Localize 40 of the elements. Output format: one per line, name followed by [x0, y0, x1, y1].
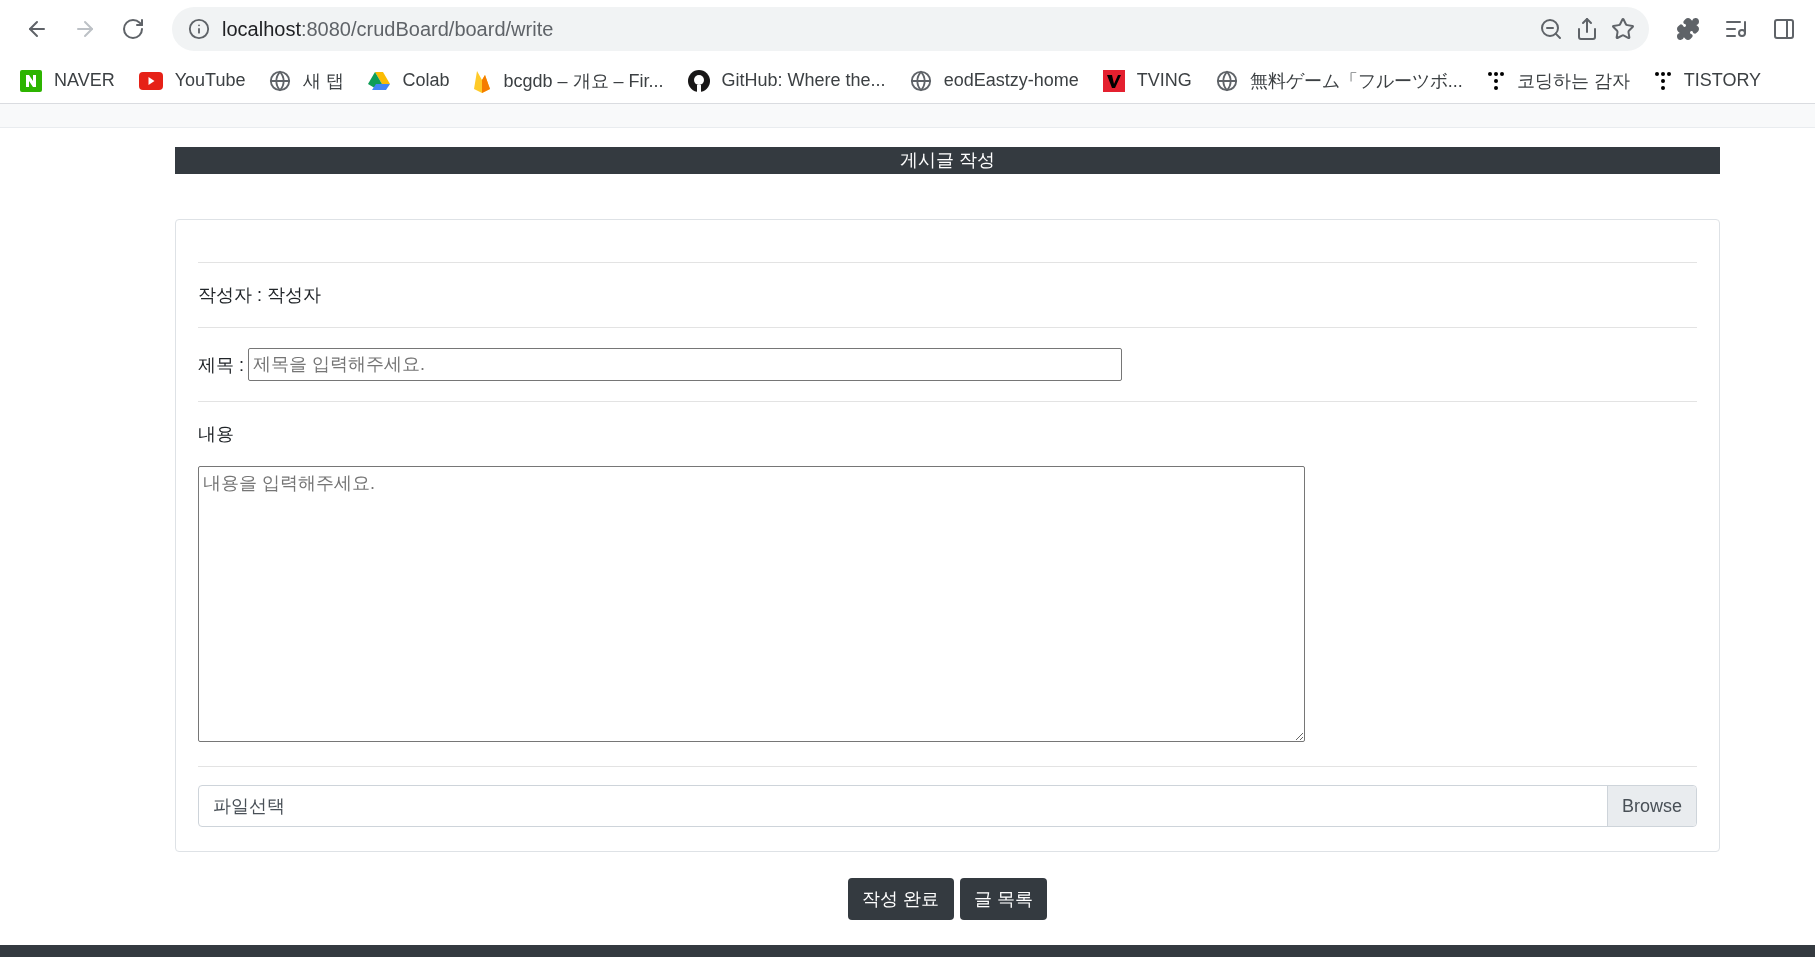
file-label: 파일선택 — [212, 795, 286, 818]
bookmark-link[interactable]: 새 탭 — [269, 68, 345, 93]
star-icon[interactable] — [1611, 17, 1635, 41]
bookmark-link[interactable]: bcgdb – 개요 – Fir... — [473, 68, 664, 93]
triangle-logo-icon — [368, 70, 391, 91]
puzzle-icon — [1676, 17, 1700, 41]
dots-icon — [1486, 70, 1505, 91]
content-textarea[interactable]: 내용을 입력해주세요. — [198, 466, 1305, 742]
page-heading: 게시글 작성 — [175, 147, 1720, 174]
title-input[interactable]: 제목을 입력해주세요. — [248, 348, 1122, 381]
info-icon — [188, 18, 210, 40]
address-bar[interactable]: localhost:8080/crudBoard/board/write — [172, 7, 1649, 51]
dots-icon — [1653, 70, 1672, 91]
bookmark-link[interactable]: GitHub: Where the... — [687, 69, 886, 92]
reload-icon — [121, 17, 145, 41]
bookmark-link[interactable]: 無料ゲーム「フルーツボ... — [1215, 68, 1463, 93]
zoom-out-icon[interactable] — [1539, 17, 1563, 41]
title-label: 제목 : — [198, 353, 244, 377]
content-label: 내용 — [198, 423, 234, 446]
url-text: localhost:8080/crudBoard/board/write — [222, 17, 555, 41]
author-text: 작성자 : 작성자 — [198, 284, 321, 307]
bookmark-link[interactable]: 코딩하는 감자 — [1486, 68, 1630, 93]
bookmark-link[interactable]: TISTORY — [1653, 70, 1762, 91]
file-input[interactable]: 파일선택 Browse — [198, 785, 1697, 827]
globe-icon — [269, 69, 292, 92]
list-button[interactable]: 글 목록 — [959, 878, 1047, 920]
submit-button[interactable]: 작성 완료 — [848, 878, 954, 920]
v-logo-icon — [1102, 69, 1125, 92]
globe-icon — [1215, 69, 1238, 92]
bookmark-link[interactable]: YouTube — [138, 70, 246, 91]
bookmark-link[interactable]: eodEastzy-home — [909, 69, 1079, 92]
side-panel-icon — [1772, 17, 1796, 41]
browse-button[interactable]: Browse — [1606, 786, 1696, 826]
bookmark-link[interactable]: Colab — [368, 70, 450, 91]
globe-icon — [909, 69, 932, 92]
share-icon[interactable] — [1575, 17, 1599, 41]
bookmark-link[interactable]: TVING — [1102, 69, 1192, 92]
n-logo-icon — [20, 69, 42, 92]
bookmark-link[interactable]: NAVER — [20, 69, 115, 92]
play-logo-icon — [138, 71, 163, 90]
